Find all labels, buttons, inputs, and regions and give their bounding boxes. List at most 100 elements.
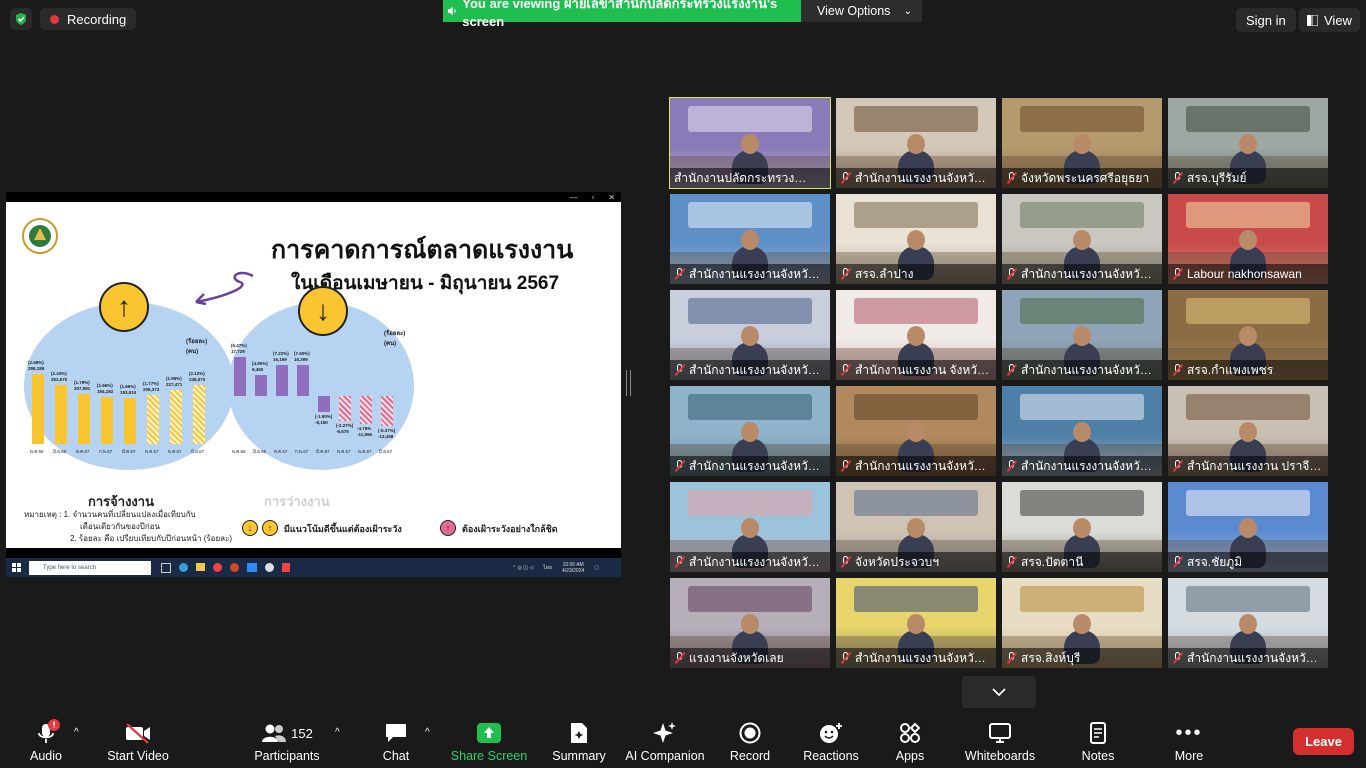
audio-options-caret[interactable]: ^ [74, 727, 79, 738]
taskbar-language[interactable]: ไทย [543, 564, 552, 572]
whiteboards-button[interactable]: Whiteboards [962, 713, 1038, 768]
expand-gallery-button[interactable] [962, 676, 1036, 708]
legend-up-yellow-icon: ↑ [262, 520, 278, 536]
participant-head [1073, 230, 1091, 250]
media-icon[interactable] [265, 562, 274, 572]
view-button[interactable]: View [1299, 8, 1360, 32]
recording-indicator[interactable]: Recording [40, 8, 137, 30]
file-explorer-icon[interactable] [196, 562, 205, 571]
unemployment-bar-value: -8,160 [315, 420, 328, 425]
participant-tile[interactable]: สรจ.ปัตตานี [1002, 482, 1162, 572]
participant-tile[interactable]: สำนักงานแรงงานจังหวัดนครพนม [836, 578, 996, 668]
muted-mic-icon [1006, 652, 1017, 664]
participant-tile[interactable]: สำนักงานแรงงานจังหวัดสระแก้ว [670, 482, 830, 572]
participant-tile[interactable]: สำนักงานแรงงานจังหวัดสกลนคร [1002, 290, 1162, 380]
participant-head [1073, 326, 1091, 346]
participant-tile[interactable]: สำนักงานแรงงานจังหวัดแม่ฮ่องสอน [836, 98, 996, 188]
task-view-icon[interactable] [161, 562, 171, 573]
chat-options-caret[interactable]: ^ [425, 727, 430, 738]
notes-button[interactable]: Notes [1078, 713, 1118, 768]
security-shield-icon[interactable] [10, 8, 32, 30]
participant-name-bar: สรจ.กำแพงเพชร [1168, 360, 1328, 380]
sign-in-button[interactable]: Sign in [1236, 8, 1296, 32]
summary-document-icon [571, 723, 587, 743]
powerpoint-icon[interactable] [230, 562, 239, 572]
leave-meeting-button[interactable]: Leave [1293, 728, 1354, 755]
apps-button[interactable]: Apps [892, 713, 928, 768]
legend-up-text: มีแนวโน้มดีขึ้นแต่ต้องเฝ้าระวัง [284, 524, 402, 534]
participants-options-caret[interactable]: ^ [335, 727, 340, 738]
employment-bar-month: มิ.ย.66 [53, 449, 67, 454]
chrome-icon[interactable] [213, 562, 222, 572]
participant-tile[interactable]: สำนักงานแรงงานจังหวัดนครนายก [1002, 194, 1162, 284]
background-banner [854, 490, 978, 516]
up-arrow-icon: ↑ [99, 282, 149, 332]
participant-head [1239, 518, 1257, 538]
pdf-icon[interactable] [282, 562, 290, 572]
participant-head [907, 518, 925, 538]
share-screen-button[interactable]: Share Screen [451, 713, 527, 768]
edge-icon[interactable] [179, 562, 188, 572]
background-banner [688, 298, 812, 324]
unemployment-bar-month: มี.ค.67 [316, 449, 330, 454]
zoom-icon[interactable] [247, 562, 257, 572]
windows-taskbar: Type here to search ⌃ ◎ ◫ ◁ ไทย 10:06 AM… [6, 558, 621, 577]
split-resize-handle[interactable] [626, 370, 631, 396]
participants-button[interactable]: 152 Participants [252, 713, 322, 768]
ai-companion-button[interactable]: AI Companion [624, 713, 706, 768]
chat-button[interactable]: Chat [374, 713, 418, 768]
employment-bar-month: มิ.ย.67 [191, 449, 205, 454]
taskbar-time: 10:06 AM [562, 561, 584, 568]
participant-tile[interactable]: สำนักงานแรงงานจังหวัดพิษณุโลก [1002, 386, 1162, 476]
participant-tile[interactable]: สำนักงานแรงงาน จังหวัดศรีสะเกษ [836, 290, 996, 380]
employment-bar-pct: (2.12%) [189, 371, 205, 376]
participant-name: สำนักงานแรงงานจังหวัดสระแก้ว [689, 554, 827, 569]
participant-tile[interactable]: สำนักงานแรงงานจังหวัดพัทลุง [670, 194, 830, 284]
windows-start-icon[interactable] [12, 563, 21, 572]
participant-tile[interactable]: Labour nakhonsawan [1168, 194, 1328, 284]
summary-label: Summary [552, 749, 606, 763]
share-screen-icon [477, 723, 501, 743]
participant-tile[interactable]: สำนักงานแรงงานจังหวัดชุมพร [836, 386, 996, 476]
shared-screen[interactable]: — ▫ ✕ การคาดการณ์ตลาดแรงงาน ในเดือนเมษายน … [6, 192, 621, 577]
audio-button[interactable]: ! Audio [22, 713, 70, 768]
summary-button[interactable]: Summary [550, 713, 608, 768]
participant-tile[interactable]: สำนักงานแรงงาน ปราจีนบุรี [1168, 386, 1328, 476]
meeting-controls-toolbar: ! Audio ^ Start Video 152 Participants ^… [0, 713, 1366, 768]
recording-status: Recording [10, 8, 137, 30]
audio-label: Audio [30, 749, 62, 763]
more-button[interactable]: ••• More [1170, 713, 1208, 768]
participant-tile[interactable]: จังหวัดพระนครศรีอยุธยา [1002, 98, 1162, 188]
participant-head [1239, 422, 1257, 442]
participant-tile[interactable]: สำนักงานแรงงานจังหวัดหนองคาย [1168, 578, 1328, 668]
reactions-button[interactable]: Reactions [802, 713, 860, 768]
participant-name: สำนักงานแรงงาน จังหวัดศรีสะเกษ [855, 362, 993, 377]
participant-name-bar: สำนักงานแรงงานจังหวัดนครพนม [836, 648, 996, 668]
participant-tile[interactable]: สรจ.บุรีรัมย์ [1168, 98, 1328, 188]
employment-bar-pct: (1.79%) [74, 380, 90, 385]
participant-tile[interactable]: จังหวัดประจวบฯ [836, 482, 996, 572]
notification-icon[interactable]: ▢ [594, 565, 599, 571]
participant-tile[interactable]: สรจ.ชัยภูมิ [1168, 482, 1328, 572]
unemployment-bar-value: -13,458 [378, 434, 394, 439]
unemployment-bar [297, 365, 309, 396]
taskbar-search-box[interactable]: Type here to search [29, 560, 151, 575]
view-options-button[interactable]: View Options ⌄ [801, 0, 922, 22]
record-button[interactable]: Record [728, 713, 772, 768]
participant-tile[interactable]: สำนักงานปลัดกระทรวงแรงงาน [669, 97, 831, 189]
participant-tile[interactable]: สำนักงานแรงงานจังหวัดสมุทรสาคร [670, 290, 830, 380]
unemployment-bar-month: ก.พ.67 [295, 449, 309, 454]
participant-name: สรจ.บุรีรัมย์ [1187, 170, 1247, 185]
participant-tile[interactable]: สรจ.สิงห์บุรี [1002, 578, 1162, 668]
reactions-smiley-icon [820, 723, 842, 743]
taskbar-clock[interactable]: 10:06 AM 4/23/2024 [562, 562, 584, 574]
participant-tile[interactable]: สำนักงานแรงงานจังหวัดสุราษฎร์ธานี [670, 386, 830, 476]
record-icon [739, 722, 761, 744]
start-video-button[interactable]: Start Video [104, 713, 172, 768]
participant-tile[interactable]: สรจ.กำแพงเพชร [1168, 290, 1328, 380]
participant-tile[interactable]: แรงงานจังหวัดเลย [670, 578, 830, 668]
participant-tile[interactable]: สรจ.ลำปาง [836, 194, 996, 284]
background-banner [854, 106, 978, 132]
participant-head [907, 422, 925, 442]
employment-bar-pct: (1.66%) [97, 383, 113, 388]
